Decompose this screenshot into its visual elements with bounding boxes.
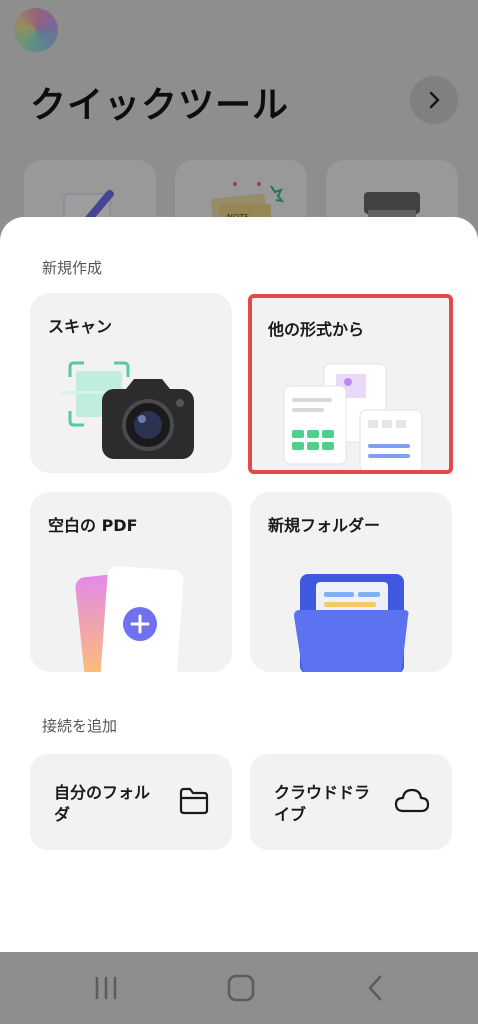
blank-pdf-card[interactable]: 空白の PDF — [30, 492, 232, 672]
cloud-drive-connection[interactable]: クラウドドライブ — [250, 754, 452, 850]
new-folder-icon — [294, 574, 409, 672]
new-section-label: 新規作成 — [42, 259, 103, 277]
home-icon[interactable] — [226, 972, 256, 1004]
cloud-icon — [394, 788, 430, 813]
back-icon[interactable] — [364, 972, 388, 1004]
blank-pdf-icon — [75, 566, 184, 672]
folder-icon — [179, 787, 209, 815]
other-formats-icon — [283, 363, 423, 470]
create-bottom-sheet: 新規作成 スキャン 他の形式から 空白の PDF 新規フォルダー 接続を追加 自… — [0, 217, 478, 952]
other-formats-card[interactable]: 他の形式から — [248, 294, 453, 474]
recent-apps-icon[interactable] — [92, 972, 120, 1004]
cloud-drive-label: クラウドドライブ — [274, 783, 371, 824]
new-folder-card[interactable]: 新規フォルダー — [250, 492, 452, 672]
system-nav-bar — [0, 952, 478, 1024]
connect-section-label: 接続を追加 — [42, 717, 118, 735]
camera-scan-icon — [60, 361, 194, 459]
my-folder-connection[interactable]: 自分のフォルダ — [30, 754, 232, 850]
my-folder-label: 自分のフォルダ — [54, 783, 151, 824]
scan-card[interactable]: スキャン — [30, 293, 232, 473]
